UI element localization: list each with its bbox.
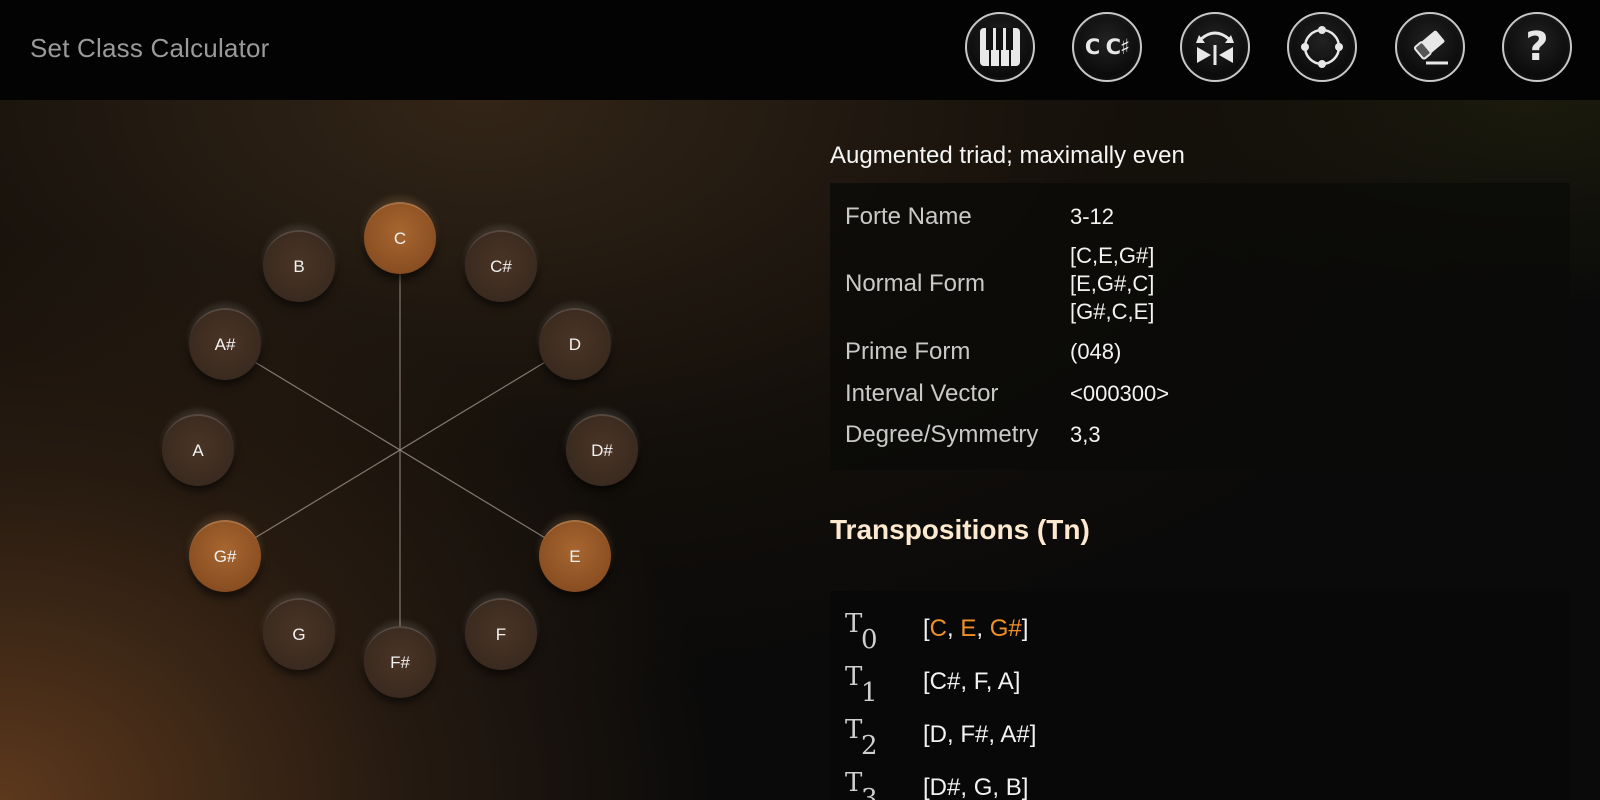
note-label: C# xyxy=(490,257,512,277)
clear-button[interactable] xyxy=(1395,12,1465,82)
note-button-b[interactable]: B xyxy=(263,230,335,303)
normal-form-line: [C,E,G#] xyxy=(1070,243,1155,268)
note-label: A xyxy=(192,441,204,460)
transposition-row[interactable]: T 1 [C#, F, A] xyxy=(845,662,1545,710)
transposition-set: [D#, G, B] xyxy=(923,774,1029,800)
top-bar: Set Class Calculator C C♯ ? xyxy=(0,0,1600,100)
normal-form-line: [G#,C,E] xyxy=(1070,299,1155,324)
forte-name-label: Forte Name xyxy=(845,203,972,230)
transposition-note: D# xyxy=(929,774,961,800)
note-label: D xyxy=(568,335,582,354)
note-button-a[interactable]: A xyxy=(162,414,234,486)
transpositions-list: T 0 [C, E, G#] T 1 [C#, F, A] T 2 [D, F#, A#] T 3[… xyxy=(830,591,1570,800)
forte-name-value: 3-12 xyxy=(1070,204,1115,229)
transposition-index: 2 xyxy=(861,731,878,761)
app-title: Set Class Calculator xyxy=(30,33,270,63)
note-label: D# xyxy=(591,441,613,460)
transposition-index: 1 xyxy=(861,678,878,708)
transposition-note: F xyxy=(973,668,986,695)
set-description: Augmented triad; maximally even xyxy=(830,142,1185,169)
prime-form-label: Prime Form xyxy=(845,338,971,365)
transposition-note: G xyxy=(973,774,993,800)
transposition-set: [D, F#, A#] xyxy=(923,721,1037,748)
transposition-row[interactable]: T 2 [D, F#, A#] xyxy=(845,715,1545,763)
interval-vector-value: <000300> xyxy=(1070,381,1170,406)
transposition-note: F# xyxy=(960,721,989,748)
transposition-symbol: T xyxy=(845,662,863,692)
transposition-row[interactable]: T 3 [D#, G, B] xyxy=(845,768,1545,800)
circle-button[interactable] xyxy=(1287,12,1357,82)
note-names-button[interactable]: C C♯ xyxy=(1072,12,1142,82)
note-button-a-sharp[interactable]: A# xyxy=(189,308,262,380)
circle-dots-icon xyxy=(1301,26,1343,68)
transposition-note: D xyxy=(929,721,948,748)
note-button-f[interactable]: F xyxy=(465,597,537,670)
transposition-note: C# xyxy=(929,668,961,695)
eraser-icon xyxy=(1413,30,1448,65)
note-names-icon: C C♯ xyxy=(1084,35,1130,59)
pitch-class-wheel: C C# D D# E F F# G G# A A# B xyxy=(0,100,800,800)
note-label: F# xyxy=(390,653,410,672)
note-button-c-sharp[interactable]: C# xyxy=(465,230,537,303)
note-label: E xyxy=(569,547,581,566)
transposition-note: C xyxy=(929,615,948,642)
note-button-g-sharp[interactable]: G# xyxy=(189,520,262,592)
piano-keys-icon xyxy=(980,28,1020,66)
invert-mirror-icon xyxy=(1196,31,1234,65)
normal-form-values: [C,E,G#] [E,G#,C] [G#,C,E] xyxy=(1070,242,1154,326)
transposition-symbol: T xyxy=(845,609,863,639)
note-button-c[interactable]: C xyxy=(364,202,436,274)
transposition-symbol: T xyxy=(845,768,863,798)
transposition-set: [C#, F, A] xyxy=(923,668,1021,695)
properties-table: Forte Name 3-12 Normal Form [C,E,G#] [E,… xyxy=(830,183,1570,470)
normal-form-line: [E,G#,C] xyxy=(1070,271,1155,296)
transpositions-title: Transpositions (Tn) xyxy=(830,514,1090,545)
note-label: C xyxy=(393,229,407,248)
transposition-note: B xyxy=(1005,774,1022,800)
note-label: B xyxy=(293,257,305,277)
transposition-row[interactable]: T 0 [C, E, G#] xyxy=(845,609,1545,657)
piano-button[interactable] xyxy=(965,12,1035,82)
note-label: G xyxy=(292,624,306,644)
transposition-note: E xyxy=(960,615,977,642)
transposition-note: A xyxy=(997,668,1014,695)
note-button-d[interactable]: D xyxy=(538,308,611,380)
interval-vector-label: Interval Vector xyxy=(845,380,999,407)
note-button-f-sharp[interactable]: F# xyxy=(364,626,436,698)
transposition-index: 0 xyxy=(861,625,878,655)
normal-form-label: Normal Form xyxy=(845,270,986,297)
note-button-g[interactable]: G xyxy=(263,597,335,670)
prime-form-value: (048) xyxy=(1070,339,1122,364)
help-button[interactable]: ? xyxy=(1502,12,1572,82)
transposition-symbol: T xyxy=(845,715,863,745)
note-label: G# xyxy=(213,547,237,566)
transposition-note: A# xyxy=(1000,721,1030,748)
note-label: A# xyxy=(214,335,236,354)
note-button-e[interactable]: E xyxy=(538,520,611,592)
note-button-d-sharp[interactable]: D# xyxy=(566,414,638,486)
degree-symmetry-value: 3,3 xyxy=(1070,422,1101,447)
degree-symmetry-label: Degree/Symmetry xyxy=(845,421,1039,448)
note-label: F xyxy=(495,624,507,644)
main-area: C C# D D# E F F# G G# A A# B Augmented triad; maxim… xyxy=(0,100,1600,800)
help-icon: ? xyxy=(1525,24,1549,70)
transposition-set: [C, E, G#] xyxy=(923,615,1029,642)
invert-button[interactable] xyxy=(1180,12,1250,82)
transposition-note: G# xyxy=(989,615,1022,642)
transposition-index: 3 xyxy=(861,784,878,800)
